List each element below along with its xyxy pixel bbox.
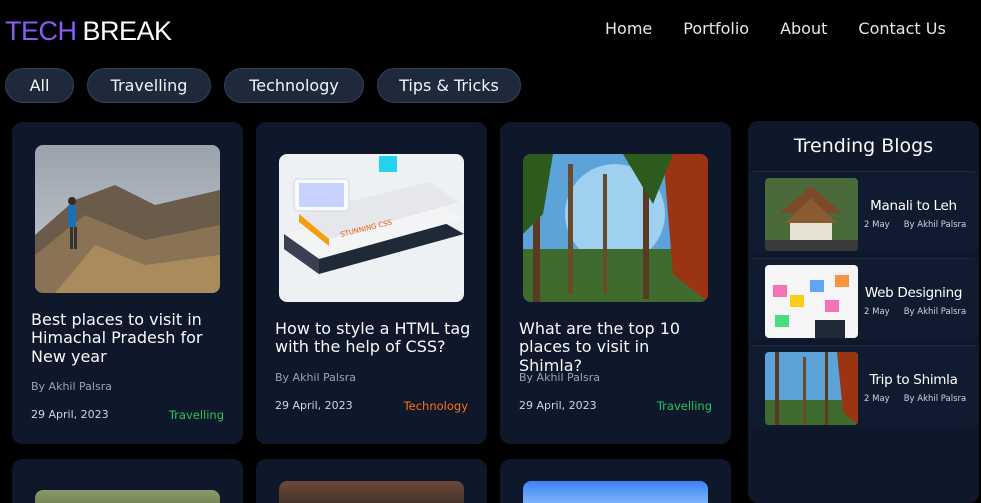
- trending-heading: Trending Blogs: [793, 135, 934, 157]
- trending-meta: 2 May By Akhil Palsra: [864, 220, 966, 230]
- card-category-badge[interactable]: Technology: [404, 399, 468, 413]
- card-title[interactable]: What are the top 10 places to visit in S…: [519, 319, 717, 375]
- card-category-badge[interactable]: Travelling: [657, 399, 712, 413]
- css-books-image: STUNNING CSS: [279, 154, 464, 302]
- card-author: By Akhil Palsra: [275, 371, 356, 384]
- nav-home[interactable]: Home: [605, 19, 652, 38]
- blog-card[interactable]: What are the top 10 places to visit in S…: [500, 122, 731, 444]
- logo-part-tech: TECH: [5, 16, 77, 46]
- card-title[interactable]: Best places to visit in Himachal Pradesh…: [31, 310, 229, 366]
- blog-card[interactable]: [256, 459, 487, 503]
- blog-card[interactable]: Best places to visit in Himachal Pradesh…: [12, 122, 243, 444]
- blog-card[interactable]: STUNNING CSS How to style a HTML tag wit…: [256, 122, 487, 444]
- site-logo[interactable]: TECH BREAK: [5, 16, 172, 47]
- blog-card[interactable]: [500, 459, 731, 503]
- temple-thumbnail: [765, 178, 858, 251]
- card-author: By Akhil Palsra: [519, 371, 600, 384]
- sticky-notes-thumbnail: [765, 265, 858, 338]
- trending-title: Web Designing: [864, 285, 963, 301]
- card-category-badge[interactable]: Travelling: [169, 408, 224, 422]
- trending-author: By Akhil Palsra: [903, 220, 967, 230]
- filter-travelling[interactable]: Travelling: [87, 68, 211, 103]
- card-image: [279, 481, 464, 503]
- card-date: 29 April, 2023: [275, 399, 353, 412]
- trending-title: Manali to Leh: [870, 198, 957, 214]
- blog-card[interactable]: [12, 459, 243, 503]
- card-image: [35, 490, 220, 503]
- trending-item[interactable]: Web Designing 2 May By Akhil Palsra: [749, 258, 978, 340]
- card-image: [523, 481, 708, 503]
- mountain-hiker-image: [35, 145, 220, 293]
- trending-item[interactable]: Trip to Shimla 2 May By Akhil Palsra: [749, 345, 978, 427]
- card-date: 29 April, 2023: [31, 408, 109, 421]
- nav-about[interactable]: About: [780, 19, 827, 38]
- filter-tips-tricks[interactable]: Tips & Tricks: [377, 68, 521, 103]
- category-filters: All Travelling Technology Tips & Tricks: [5, 68, 521, 103]
- forest-thumbnail: [765, 352, 858, 425]
- card-date: 29 April, 2023: [519, 399, 597, 412]
- trending-item[interactable]: Manali to Leh 2 May By Akhil Palsra: [749, 171, 978, 253]
- filter-technology[interactable]: Technology: [224, 68, 364, 103]
- trending-date: 2 May: [864, 307, 890, 317]
- trending-meta: 2 May By Akhil Palsra: [864, 307, 966, 317]
- trending-date: 2 May: [864, 394, 890, 404]
- trending-blogs-panel: Trending Blogs Manali to Leh 2 May By Akh…: [748, 121, 979, 503]
- filter-all[interactable]: All: [5, 68, 74, 103]
- forest-train-image: [523, 154, 708, 302]
- logo-part-break: BREAK: [82, 16, 173, 46]
- trending-date: 2 May: [864, 220, 890, 230]
- card-title[interactable]: How to style a HTML tag with the help of…: [275, 319, 473, 357]
- trending-author: By Akhil Palsra: [903, 307, 967, 317]
- main-nav: Home Portfolio About Contact Us: [605, 19, 946, 38]
- trending-meta: 2 May By Akhil Palsra: [864, 394, 966, 404]
- nav-portfolio[interactable]: Portfolio: [683, 19, 749, 38]
- trending-author: By Akhil Palsra: [903, 394, 967, 404]
- nav-contact[interactable]: Contact Us: [858, 19, 945, 38]
- trending-title: Trip to Shimla: [869, 372, 958, 388]
- card-author: By Akhil Palsra: [31, 380, 112, 393]
